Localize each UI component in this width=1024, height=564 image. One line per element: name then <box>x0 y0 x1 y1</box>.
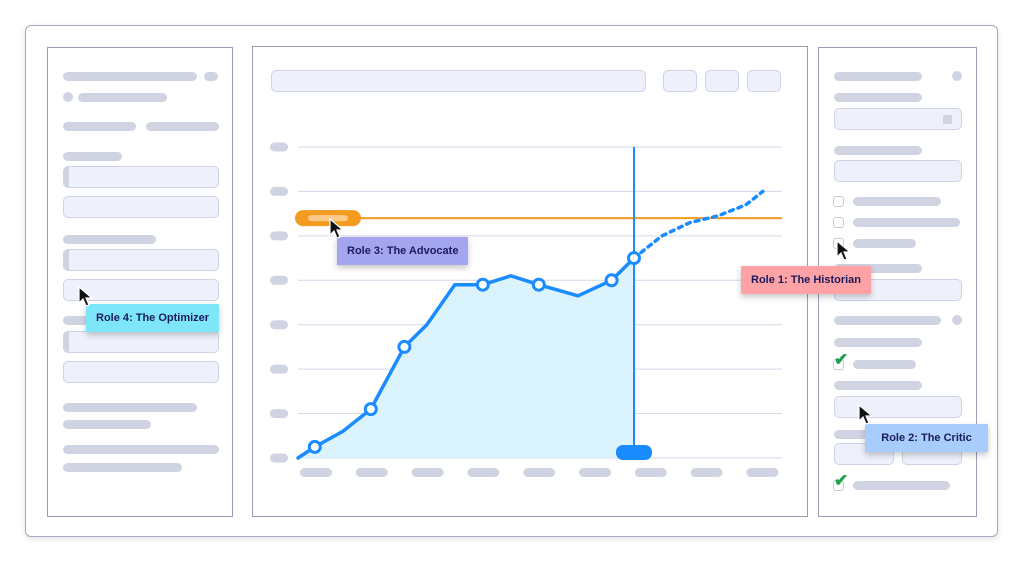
field-label <box>834 338 922 347</box>
search-input[interactable] <box>271 70 646 92</box>
checkbox-label <box>853 481 950 490</box>
field-label <box>834 381 922 390</box>
field-label <box>834 146 922 155</box>
check-icon: ✔ <box>834 471 849 490</box>
toolbar-button-3[interactable] <box>747 70 781 92</box>
mouse-pointer-icon <box>78 286 94 307</box>
field-label <box>834 93 922 102</box>
status-dot <box>952 315 962 325</box>
placeholder-text <box>63 72 197 81</box>
placeholder-tab[interactable] <box>146 122 219 131</box>
input-field[interactable] <box>834 160 962 182</box>
mouse-pointer-icon <box>836 240 852 261</box>
placeholder-text <box>834 316 941 325</box>
left-panel <box>47 47 233 517</box>
field-label <box>63 152 122 161</box>
status-dot <box>952 71 962 81</box>
mouse-pointer-icon <box>858 404 874 425</box>
placeholder-text <box>63 403 197 412</box>
field-label <box>63 235 156 244</box>
chart-panel <box>252 46 808 517</box>
dropdown-icon <box>943 115 952 124</box>
placeholder-text <box>63 420 151 429</box>
checkbox-label <box>853 218 960 227</box>
mouse-pointer-icon <box>329 218 345 239</box>
check-icon: ✔ <box>834 350 849 369</box>
input-field[interactable] <box>63 166 219 188</box>
role-label-historian: Role 1: The Historian <box>741 266 872 294</box>
role-label-critic: Role 2: The Critic <box>865 424 988 452</box>
placeholder-text <box>63 463 182 472</box>
toolbar-button-1[interactable] <box>663 70 697 92</box>
toolbar-button-2[interactable] <box>705 70 739 92</box>
role-label-advocate: Role 3: The Advocate <box>337 237 469 265</box>
input-field[interactable] <box>834 396 962 418</box>
checkbox-label <box>853 239 916 248</box>
status-dot <box>63 92 73 102</box>
checkbox-label <box>853 360 916 369</box>
placeholder-text <box>834 72 922 81</box>
input-field[interactable] <box>63 331 219 353</box>
role-label-optimizer: Role 4: The Optimizer <box>86 304 220 332</box>
placeholder-text <box>63 445 219 454</box>
input-field[interactable] <box>63 249 219 271</box>
checkbox[interactable] <box>833 196 844 207</box>
input-field[interactable] <box>63 361 219 383</box>
checkbox-label <box>853 197 941 206</box>
checkbox[interactable] <box>833 217 844 228</box>
select-field[interactable] <box>834 108 962 130</box>
placeholder-text <box>78 93 167 102</box>
placeholder-tab[interactable] <box>63 122 136 131</box>
input-field[interactable] <box>63 196 219 218</box>
placeholder-badge <box>204 72 218 81</box>
